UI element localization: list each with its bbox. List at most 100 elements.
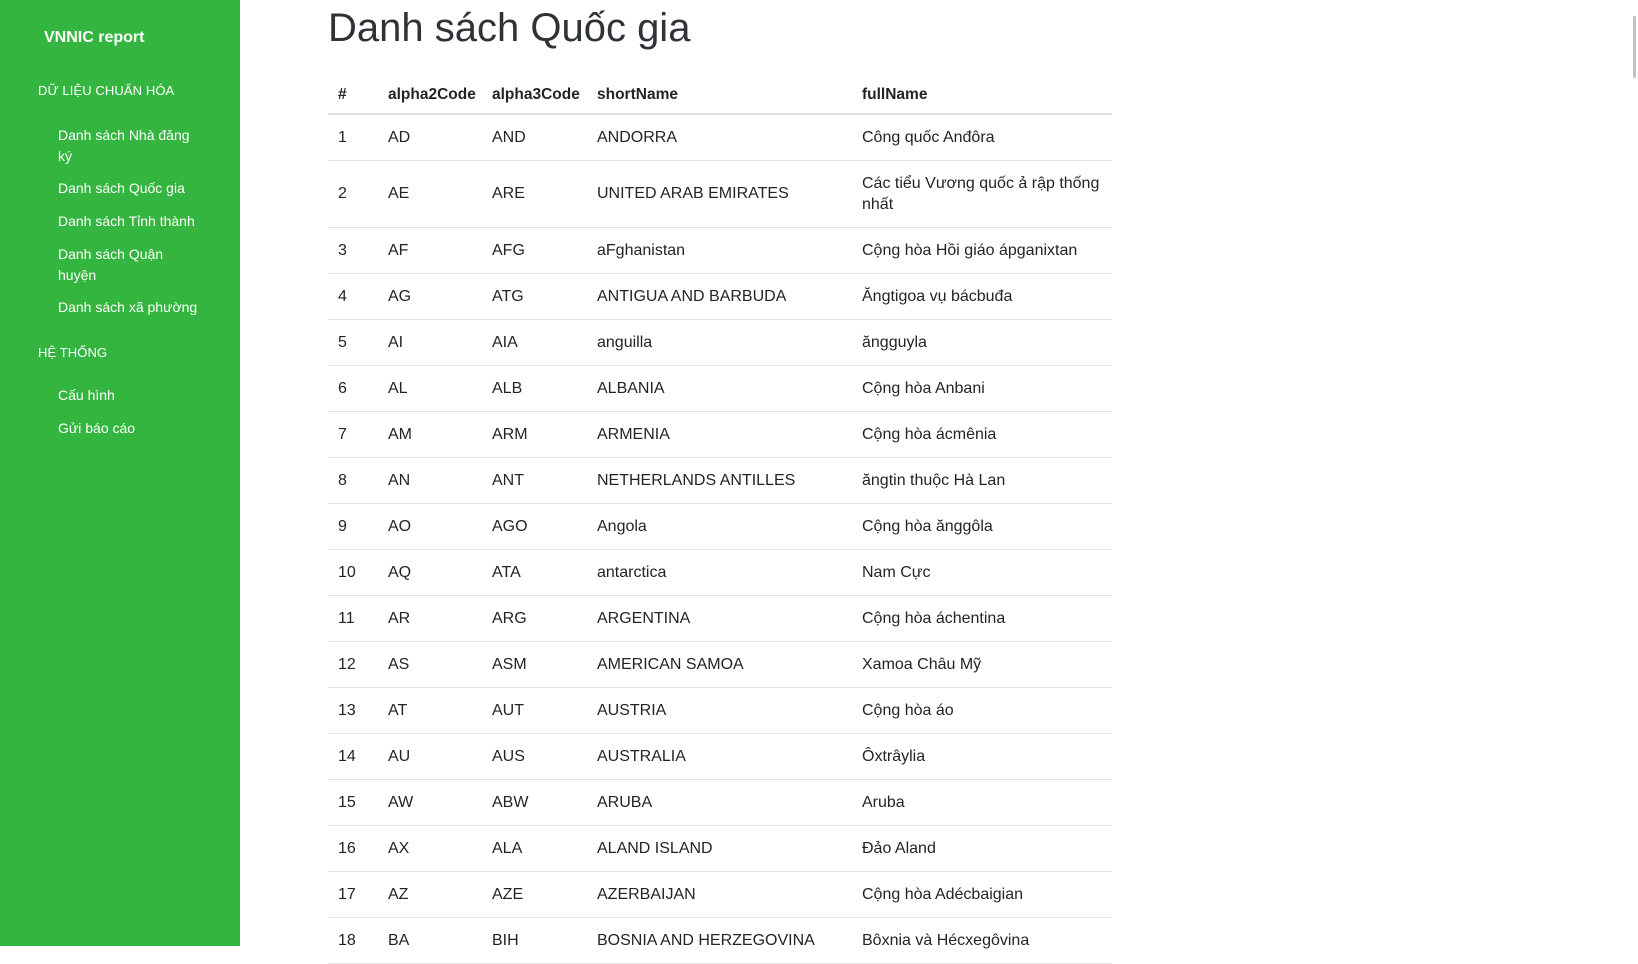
- cell-index: 13: [328, 687, 378, 734]
- table-row: 4 AG ATG ANTIGUA AND BARBUDA Ăngtigoa vụ bác…: [328, 273, 1112, 320]
- sidebar-item-send-report[interactable]: Gửi báo cáo: [58, 418, 198, 439]
- table-row: 15 AW ABW ARUBA Aruba: [328, 779, 1112, 826]
- cell-shortname: ANTIGUA AND BARBUDA: [587, 273, 852, 320]
- section-title-system: HỆ THỐNG: [38, 345, 108, 360]
- cell-fullname: Bôxnia và Hécxegôvina: [852, 917, 1112, 964]
- cell-index: 2: [328, 160, 378, 228]
- sidebar-item-registrars[interactable]: Danh sách Nhà đăng ký: [58, 125, 198, 167]
- scrollbar-thumb[interactable]: [1633, 16, 1636, 78]
- cell-alpha2: AF: [378, 227, 482, 274]
- cell-shortname: anguilla: [587, 319, 852, 366]
- page-title: Danh sách Quốc gia: [328, 6, 691, 50]
- col-header-alpha3: alpha3Code: [482, 76, 587, 115]
- cell-fullname: ăngtin thuộc Hà Lan: [852, 457, 1112, 504]
- sidebar: VNNIC report DỮ LIỆU CHUẨN HÓA Danh sách…: [0, 0, 240, 946]
- cell-alpha2: AN: [378, 457, 482, 504]
- table-row: 8 AN ANT NETHERLANDS ANTILLES ăngtin thuộc H…: [328, 457, 1112, 504]
- cell-shortname: ARGENTINA: [587, 595, 852, 642]
- cell-shortname: antarctica: [587, 549, 852, 596]
- cell-index: 6: [328, 365, 378, 412]
- sidebar-item-districts[interactable]: Danh sách Quận huyện: [58, 244, 198, 286]
- cell-alpha2: AD: [378, 114, 482, 161]
- cell-fullname: ăngguyla: [852, 319, 1112, 366]
- cell-index: 12: [328, 641, 378, 688]
- cell-shortname: AUSTRALIA: [587, 733, 852, 780]
- sidebar-item-countries[interactable]: Danh sách Quốc gia: [58, 178, 198, 199]
- cell-alpha3: ANT: [482, 457, 587, 504]
- cell-alpha2: AR: [378, 595, 482, 642]
- cell-alpha3: ATG: [482, 273, 587, 320]
- cell-alpha3: BIH: [482, 917, 587, 964]
- cell-alpha3: AUS: [482, 733, 587, 780]
- cell-shortname: UNITED ARAB EMIRATES: [587, 160, 852, 228]
- cell-fullname: Nam Cực: [852, 549, 1112, 596]
- cell-alpha3: ABW: [482, 779, 587, 826]
- cell-shortname: ARMENIA: [587, 411, 852, 458]
- cell-alpha2: AI: [378, 319, 482, 366]
- cell-alpha3: AND: [482, 114, 587, 161]
- cell-alpha3: ARE: [482, 160, 587, 228]
- cell-index: 18: [328, 917, 378, 964]
- cell-alpha2: BA: [378, 917, 482, 964]
- cell-shortname: Angola: [587, 503, 852, 550]
- table-row: 3 AF AFG aFghanistan Cộng hòa Hồi giáo ápgan…: [328, 227, 1112, 274]
- table-header-row: # alpha2Code alpha3Code shortName fullNa…: [328, 76, 1112, 115]
- cell-fullname: Đảo Aland: [852, 825, 1112, 872]
- col-header-alpha2: alpha2Code: [378, 76, 482, 115]
- table-row: 5 AI AIA anguilla ăngguyla: [328, 319, 1112, 366]
- cell-shortname: ALAND ISLAND: [587, 825, 852, 872]
- cell-fullname: Cộng hòa Adécbaigian: [852, 871, 1112, 918]
- cell-alpha2: AS: [378, 641, 482, 688]
- table-row: 6 AL ALB ALBANIA Cộng hòa Anbani: [328, 365, 1112, 412]
- table-row: 7 AM ARM ARMENIA Cộng hòa ácmênia: [328, 411, 1112, 458]
- cell-alpha3: ARM: [482, 411, 587, 458]
- table-row: 9 AO AGO Angola Cộng hòa ănggôla: [328, 503, 1112, 550]
- table-row: 11 AR ARG ARGENTINA Cộng hòa áchentina: [328, 595, 1112, 642]
- col-header-index: #: [328, 76, 378, 115]
- main-content: Danh sách Quốc gia # alpha2Code alpha3Co…: [240, 0, 1638, 964]
- cell-shortname: AZERBAIJAN: [587, 871, 852, 918]
- cell-fullname: Aruba: [852, 779, 1112, 826]
- cell-alpha2: AQ: [378, 549, 482, 596]
- cell-alpha2: AL: [378, 365, 482, 412]
- sidebar-item-provinces[interactable]: Danh sách Tỉnh thành: [58, 211, 198, 232]
- table-row: 14 AU AUS AUSTRALIA Ôxtrâylia: [328, 733, 1112, 780]
- cell-shortname: aFghanistan: [587, 227, 852, 274]
- cell-index: 11: [328, 595, 378, 642]
- cell-alpha3: AUT: [482, 687, 587, 734]
- cell-shortname: BOSNIA AND HERZEGOVINA: [587, 917, 852, 964]
- cell-fullname: Cộng hòa Hồi giáo ápganixtan: [852, 227, 1112, 274]
- cell-index: 16: [328, 825, 378, 872]
- section-title-standard-data: DỮ LIỆU CHUẨN HÓA: [38, 83, 175, 98]
- cell-fullname: Cộng hòa áchentina: [852, 595, 1112, 642]
- cell-alpha2: AG: [378, 273, 482, 320]
- sidebar-item-wards[interactable]: Danh sách xã phường: [58, 297, 198, 318]
- cell-fullname: Ăngtigoa vụ bácbuđa: [852, 273, 1112, 320]
- cell-index: 15: [328, 779, 378, 826]
- cell-index: 10: [328, 549, 378, 596]
- brand-link[interactable]: VNNIC report: [44, 27, 144, 49]
- cell-index: 7: [328, 411, 378, 458]
- cell-alpha3: ALB: [482, 365, 587, 412]
- table-row: 13 AT AUT AUSTRIA Cộng hòa áo: [328, 687, 1112, 734]
- cell-index: 9: [328, 503, 378, 550]
- table-row: 1 AD AND ANDORRA Công quốc Anđôra: [328, 114, 1112, 161]
- table-row: 10 AQ ATA antarctica Nam Cực: [328, 549, 1112, 596]
- scrollbar[interactable]: [1628, 0, 1638, 946]
- countries-table: # alpha2Code alpha3Code shortName fullNa…: [328, 76, 1112, 964]
- sidebar-item-settings[interactable]: Cấu hình: [58, 385, 198, 406]
- cell-fullname: Ôxtrâylia: [852, 733, 1112, 780]
- cell-alpha3: AIA: [482, 319, 587, 366]
- cell-alpha3: ALA: [482, 825, 587, 872]
- cell-fullname: Các tiểu Vương quốc ả rập thống nhất: [852, 160, 1112, 228]
- cell-alpha3: AGO: [482, 503, 587, 550]
- cell-index: 17: [328, 871, 378, 918]
- cell-shortname: ARUBA: [587, 779, 852, 826]
- cell-fullname: Cộng hòa áo: [852, 687, 1112, 734]
- cell-alpha2: AE: [378, 160, 482, 228]
- table-row: 16 AX ALA ALAND ISLAND Đảo Aland: [328, 825, 1112, 872]
- cell-alpha2: AO: [378, 503, 482, 550]
- cell-shortname: AUSTRIA: [587, 687, 852, 734]
- cell-index: 8: [328, 457, 378, 504]
- cell-fullname: Cộng hòa ănggôla: [852, 503, 1112, 550]
